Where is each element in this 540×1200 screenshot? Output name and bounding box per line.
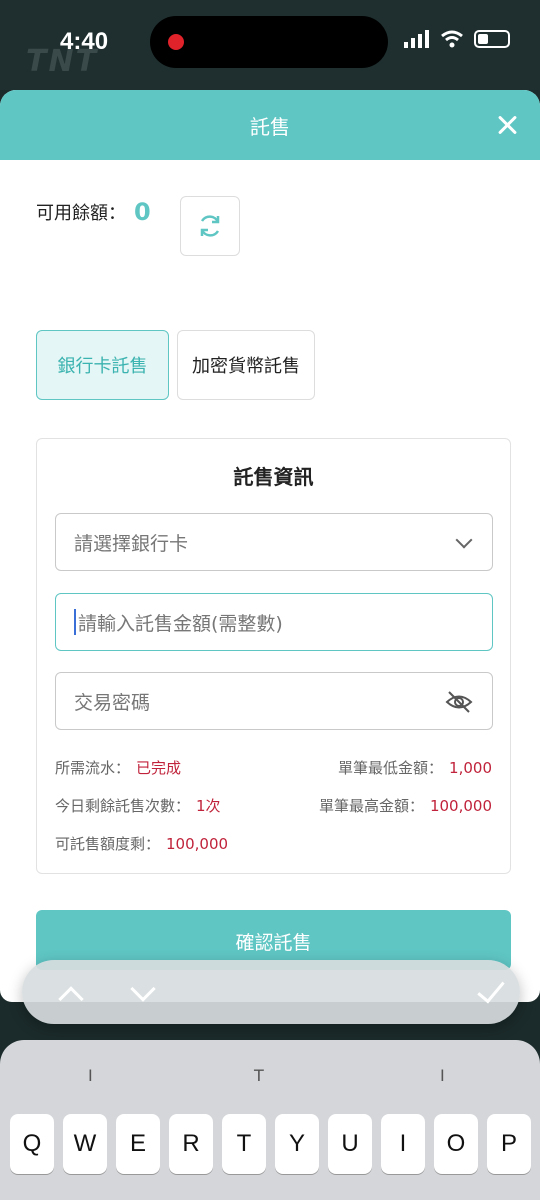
key-q[interactable]: Q bbox=[10, 1114, 54, 1174]
signal-icon bbox=[404, 30, 429, 48]
key-w[interactable]: W bbox=[63, 1114, 107, 1174]
status-bar: TNT 4:40 bbox=[0, 0, 540, 90]
checkmark-icon[interactable] bbox=[477, 974, 505, 1004]
chevron-up-icon[interactable] bbox=[58, 986, 84, 1012]
chevron-down-icon[interactable] bbox=[130, 976, 156, 1002]
sell-modal: 託售 可用餘額： 0 銀行卡託售 加密貨幣託售 託售資訊 請選擇銀行卡 請輸入託… bbox=[0, 90, 540, 1002]
min-amount-label: 單筆最低金額： bbox=[338, 759, 444, 777]
max-amount-info: 單筆最高金額： 100,000 bbox=[319, 795, 492, 816]
bank-card-select[interactable]: 請選擇銀行卡 bbox=[55, 513, 493, 571]
required-flow-label: 所需流水： bbox=[55, 759, 131, 777]
key-o[interactable]: O bbox=[434, 1114, 478, 1174]
remaining-count-label: 今日剩餘託售次數： bbox=[55, 797, 191, 815]
sell-info-title: 託售資訊 bbox=[233, 465, 314, 489]
required-flow-info: 所需流水： 已完成 bbox=[55, 757, 181, 778]
amount-input[interactable]: 請輸入託售金額(需整數) bbox=[55, 593, 493, 651]
balance-row: 可用餘額： 0 bbox=[36, 198, 151, 226]
key-t[interactable]: T bbox=[222, 1114, 266, 1174]
quota-label: 可託售額度剩： bbox=[55, 835, 161, 853]
suggestion-item[interactable]: T bbox=[254, 1066, 264, 1085]
max-amount-value: 100,000 bbox=[429, 797, 492, 815]
password-input-placeholder: 交易密碼 bbox=[74, 691, 151, 714]
refresh-button[interactable] bbox=[180, 196, 240, 256]
keyboard-accessory-bar bbox=[22, 960, 520, 1024]
status-icons bbox=[404, 30, 510, 48]
remaining-count-info: 今日剩餘託售次數： 1次 bbox=[55, 795, 221, 816]
eye-off-icon[interactable] bbox=[444, 687, 474, 717]
key-e[interactable]: E bbox=[116, 1114, 160, 1174]
suggestion-item[interactable]: I bbox=[440, 1066, 445, 1085]
quota-value: 100,000 bbox=[166, 835, 229, 853]
dynamic-island bbox=[150, 16, 388, 68]
status-time: 4:40 bbox=[60, 28, 109, 55]
close-icon[interactable] bbox=[492, 110, 522, 140]
key-i[interactable]: I bbox=[381, 1114, 425, 1174]
key-u[interactable]: U bbox=[328, 1114, 372, 1174]
recording-dot-icon bbox=[168, 34, 184, 50]
wifi-icon bbox=[441, 30, 463, 48]
modal-title: 託售 bbox=[250, 114, 290, 139]
balance-label: 可用餘額： bbox=[36, 203, 126, 224]
key-r[interactable]: R bbox=[169, 1114, 213, 1174]
suggestion-bar: I T I bbox=[0, 1066, 540, 1096]
tab-crypto-sell[interactable]: 加密貨幣託售 bbox=[177, 330, 315, 400]
amount-input-placeholder: 請輸入託售金額(需整數) bbox=[78, 612, 283, 635]
battery-icon bbox=[474, 30, 510, 48]
text-cursor bbox=[74, 609, 76, 635]
min-amount-info: 單筆最低金額： 1,000 bbox=[338, 757, 492, 778]
balance-value: 0 bbox=[134, 198, 151, 226]
modal-header: 託售 bbox=[0, 90, 540, 160]
bank-card-select-placeholder: 請選擇銀行卡 bbox=[74, 532, 189, 555]
refresh-icon bbox=[200, 215, 220, 237]
required-flow-value: 已完成 bbox=[136, 759, 182, 777]
min-amount-value: 1,000 bbox=[449, 759, 492, 777]
password-input[interactable]: 交易密碼 bbox=[55, 672, 493, 730]
chevron-down-icon bbox=[455, 531, 473, 549]
key-y[interactable]: Y bbox=[275, 1114, 319, 1174]
tab-bank-card-sell[interactable]: 銀行卡託售 bbox=[36, 330, 169, 400]
remaining-count-value: 1次 bbox=[196, 797, 221, 815]
sell-info-card: 託售資訊 請選擇銀行卡 請輸入託售金額(需整數) 交易密碼 所需流水： 已完成 單… bbox=[36, 438, 511, 874]
max-amount-label: 單筆最高金額： bbox=[318, 797, 424, 815]
keyboard: I T I Q W E R T Y U I O P bbox=[0, 1040, 540, 1200]
suggestion-item[interactable]: I bbox=[88, 1066, 93, 1085]
quota-info: 可託售額度剩： 100,000 bbox=[55, 833, 228, 854]
key-p[interactable]: P bbox=[487, 1114, 531, 1174]
